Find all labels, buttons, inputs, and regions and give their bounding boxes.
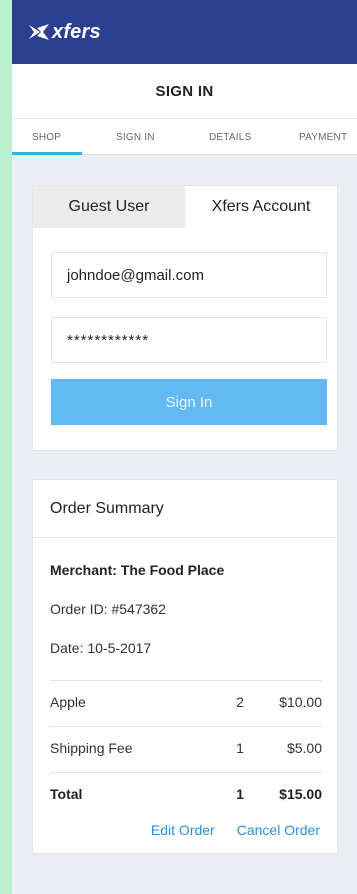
total-qty: 1 bbox=[236, 786, 244, 802]
total-amount: $15.00 bbox=[279, 786, 322, 802]
item-qty: 2 bbox=[236, 694, 244, 710]
active-step-indicator bbox=[12, 152, 82, 155]
total-label: Total bbox=[50, 786, 83, 802]
brand-name: xfers bbox=[52, 20, 101, 43]
item-name: Apple bbox=[50, 694, 86, 710]
order-line-item: Apple 2 $10.00 bbox=[50, 694, 322, 714]
title-bar: SIGN IN bbox=[12, 64, 357, 119]
sign-in-card: Guest User Xfers Account johndoe@gmail.c… bbox=[32, 185, 338, 451]
order-summary-title: Order Summary bbox=[33, 480, 337, 538]
merchant-name: Merchant: The Food Place bbox=[50, 562, 225, 578]
order-date: Date: 10-5-2017 bbox=[50, 640, 152, 656]
top-bar: xfers bbox=[12, 0, 357, 64]
email-field[interactable]: johndoe@gmail.com bbox=[51, 252, 327, 298]
order-total-row: Total 1 $15.00 bbox=[50, 786, 322, 806]
step-payment[interactable]: PAYMENT bbox=[299, 132, 347, 143]
item-name: Shipping Fee bbox=[50, 740, 133, 756]
item-qty: 1 bbox=[236, 740, 244, 756]
divider bbox=[50, 680, 322, 681]
tab-xfers-account[interactable]: Xfers Account bbox=[185, 186, 337, 228]
tab-guest-user[interactable]: Guest User bbox=[33, 186, 185, 228]
order-summary-card: Order Summary Merchant: The Food Place O… bbox=[32, 479, 338, 854]
item-amount: $5.00 bbox=[286, 740, 322, 756]
divider bbox=[50, 726, 322, 727]
sign-in-button[interactable]: Sign In bbox=[51, 379, 327, 425]
divider bbox=[50, 772, 322, 773]
step-shop[interactable]: SHOP bbox=[32, 132, 61, 143]
item-amount: $10.00 bbox=[279, 694, 322, 710]
app-frame: xfers SIGN IN SHOP SIGN IN DETAILS PAYME… bbox=[12, 0, 357, 894]
xfers-logo[interactable]: xfers bbox=[28, 21, 101, 44]
account-tabs: Guest User Xfers Account bbox=[33, 186, 337, 228]
order-actions: Edit Order Cancel Order bbox=[151, 822, 320, 838]
cancel-order-link[interactable]: Cancel Order bbox=[237, 822, 320, 838]
order-line-item: Shipping Fee 1 $5.00 bbox=[50, 740, 322, 760]
xfers-bird-icon bbox=[29, 24, 49, 40]
order-id: Order ID: #547362 bbox=[50, 601, 166, 617]
page-title: SIGN IN bbox=[155, 82, 214, 100]
edit-order-link[interactable]: Edit Order bbox=[151, 822, 215, 838]
password-field[interactable]: ************ bbox=[51, 317, 327, 363]
step-details[interactable]: DETAILS bbox=[209, 132, 251, 143]
step-sign-in[interactable]: SIGN IN bbox=[116, 132, 155, 143]
checkout-steps: SHOP SIGN IN DETAILS PAYMENT bbox=[12, 119, 357, 155]
